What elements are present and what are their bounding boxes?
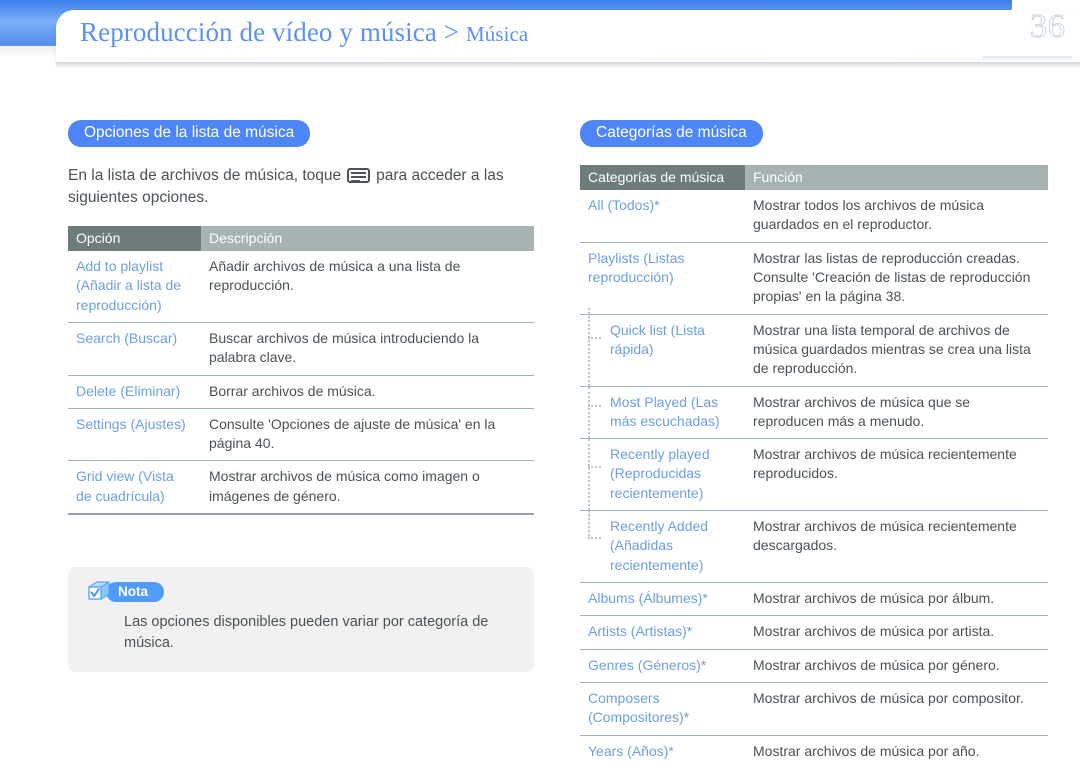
col-header-option: Opción [68, 225, 201, 251]
tree-line-vertical [588, 386, 590, 439]
row-option: Most Played (Las más escuchadas) [580, 386, 745, 440]
table-row: Playlists (Listas reproducción) Mostrar … [580, 242, 1048, 315]
row-option: Composers (Compositores)* [580, 682, 745, 736]
table-row: Grid view (Vista de cuadrícula) Mostrar … [68, 460, 534, 516]
left-table-body: Add to playlist (Añadir a lista de repro… [68, 250, 534, 516]
row-description: Mostrar archivos de música por artista. [745, 615, 1048, 650]
tree-line-branch [588, 537, 601, 540]
tree-line-vertical [588, 439, 590, 511]
row-option: Recently played (Reproducidas recienteme… [580, 438, 745, 512]
table-row: Genres (Géneros)* Mostrar archivos de mú… [580, 649, 1048, 683]
row-description: Buscar archivos de música introduciendo … [201, 322, 534, 376]
table-row: All (Todos)* Mostrar todos los archivos … [580, 190, 1048, 243]
row-description: Borrar archivos de música. [201, 375, 534, 409]
row-description: Mostrar una lista temporal de archivos d… [745, 314, 1048, 387]
row-option: Delete (Eliminar) [68, 375, 201, 409]
row-description: Añadir archivos de música a una lista de… [201, 250, 534, 323]
note-cube-check-icon [86, 580, 112, 604]
row-option: All (Todos)* [580, 190, 745, 243]
tree-line-vertical [588, 511, 590, 540]
breadcrumb-main: Reproducción de vídeo y música [80, 17, 437, 47]
row-description: Mostrar archivos de música recientemente… [745, 510, 1048, 583]
page-number: 36 [1030, 8, 1066, 45]
row-option-label: Quick list (Lista rápida) [610, 321, 705, 357]
row-option: Grid view (Vista de cuadrícula) [68, 460, 201, 516]
table-row: Albums (Álbumes)* Mostrar archivos de mú… [580, 582, 1048, 617]
col-header-function: Función [745, 165, 1048, 190]
breadcrumb: Reproducción de vídeo y música > Música [80, 17, 528, 48]
row-option: Playlists (Listas reproducción) [580, 242, 745, 315]
row-option: Recently Added (Añadidas recientemente) [580, 510, 745, 583]
row-description: Mostrar archivos de música por composito… [745, 682, 1048, 736]
music-list-options-table: Opción Descripción Add to playlist (Añad… [68, 225, 534, 516]
music-categories-table: Categorías de música Función All (Todos)… [580, 165, 1048, 762]
manual-page: Reproducción de vídeo y música > Música … [0, 0, 1080, 762]
row-description: Mostrar archivos de música como imagen o… [201, 460, 534, 516]
row-option: Settings (Ajustes) [68, 408, 201, 462]
row-description: Mostrar todos los archivos de música gua… [745, 190, 1048, 243]
tree-line-branch [588, 404, 601, 407]
note-header: Nota [86, 581, 516, 603]
tree-line-branch [588, 336, 601, 339]
table-row: Composers (Compositores)* Mostrar archiv… [580, 682, 1048, 736]
tree-line-branch [588, 466, 601, 469]
row-description: Mostrar archivos de música por año. [745, 735, 1048, 762]
row-option: Artists (Artistas)* [580, 615, 745, 650]
table-row: Most Played (Las más escuchadas) Mostrar… [580, 386, 1048, 440]
table-row: Add to playlist (Añadir a lista de repro… [68, 250, 534, 323]
right-table-body: All (Todos)* Mostrar todos los archivos … [580, 190, 1048, 762]
row-description: Mostrar archivos de música recientemente… [745, 438, 1048, 512]
table-row: Settings (Ajustes) Consulte 'Opciones de… [68, 408, 534, 462]
row-description: Consulte 'Opciones de ajuste de música' … [201, 408, 534, 462]
col-header-categories: Categorías de música [580, 165, 745, 190]
table-row: Recently played (Reproducidas recienteme… [580, 438, 1048, 512]
table-row: Artists (Artistas)* Mostrar archivos de … [580, 615, 1048, 650]
row-option-label: Recently Added (Añadidas recientemente) [610, 518, 709, 573]
table-row: Years (Años)* Mostrar archivos de música… [580, 735, 1048, 762]
left-intro-before: En la lista de archivos de música, toque [68, 167, 342, 184]
breadcrumb-separator: > [436, 17, 466, 47]
left-column: Opciones de la lista de música En la lis… [68, 120, 534, 673]
row-option-label: Recently played (Reproducidas recienteme… [610, 446, 710, 501]
table-row: Search (Buscar) Buscar archivos de músic… [68, 322, 534, 376]
row-option: Genres (Géneros)* [580, 649, 745, 683]
row-description: Mostrar las listas de reproducción cread… [745, 242, 1048, 315]
tree-line-vertical [588, 307, 590, 386]
row-description: Mostrar archivos de música que se reprod… [745, 386, 1048, 440]
right-section-heading: Categorías de música [580, 120, 763, 147]
left-section-heading: Opciones de la lista de música [68, 120, 311, 147]
row-option-label: Most Played (Las más escuchadas) [610, 393, 720, 429]
row-option: Add to playlist (Añadir a lista de repro… [68, 250, 201, 323]
note-box: Nota Las opciones disponibles pueden var… [68, 567, 534, 673]
row-option: Search (Buscar) [68, 322, 201, 376]
page-number-rule [982, 56, 1072, 61]
col-header-description: Descripción [201, 225, 534, 251]
right-column: Categorías de música Categorías de músic… [580, 120, 1048, 762]
note-text: Las opciones disponibles pueden variar p… [124, 614, 489, 652]
header-underline [56, 62, 1080, 69]
note-label: Nota [106, 582, 164, 603]
list-menu-icon [347, 168, 371, 183]
table-header-row: Categorías de música Función [580, 165, 1048, 190]
table-header-row: Opción Descripción [68, 225, 534, 251]
row-description: Mostrar archivos de música por álbum. [745, 582, 1048, 617]
table-row: Recently Added (Añadidas recientemente) … [580, 510, 1048, 583]
row-option: Albums (Álbumes)* [580, 582, 745, 617]
row-option: Years (Años)* [580, 735, 745, 762]
breadcrumb-current: Música [465, 22, 529, 46]
row-option: Quick list (Lista rápida) [580, 307, 745, 387]
row-description: Mostrar archivos de música por género. [745, 649, 1048, 683]
table-row: Quick list (Lista rápida) Mostrar una li… [580, 307, 1048, 387]
left-intro-paragraph: En la lista de archivos de música, toque… [68, 165, 538, 210]
table-row: Delete (Eliminar) Borrar archivos de mús… [68, 375, 534, 409]
